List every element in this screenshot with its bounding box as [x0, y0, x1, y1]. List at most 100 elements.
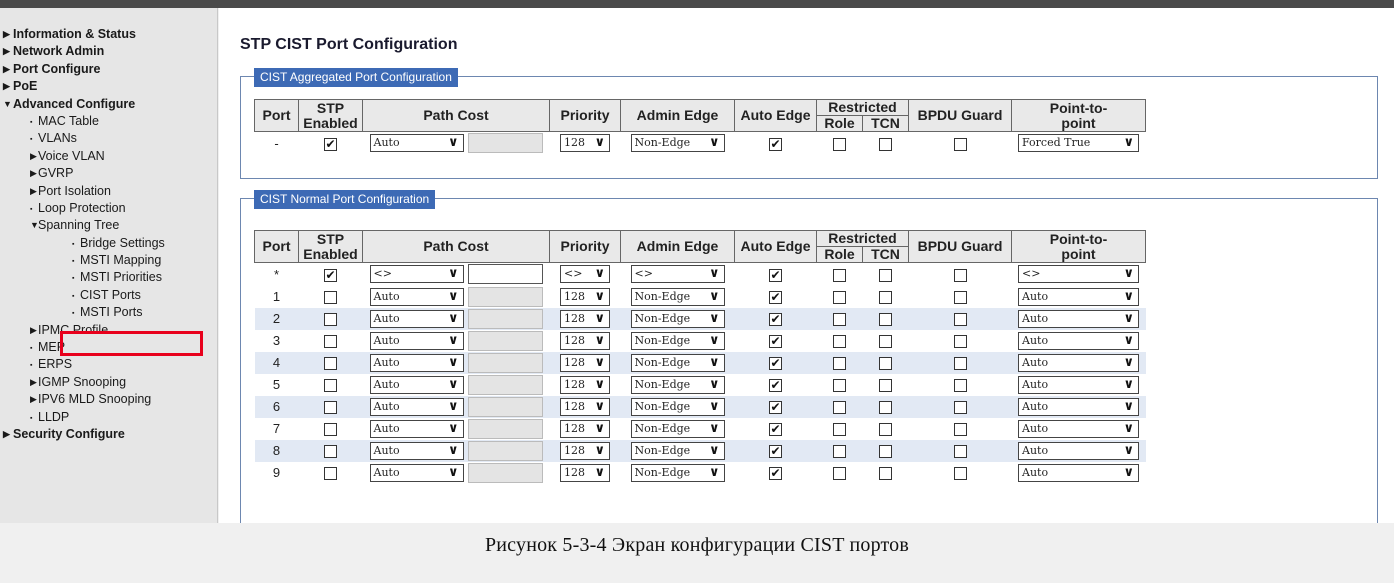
restricted-role-checkbox[interactable] — [833, 379, 846, 393]
auto-edge-checkbox[interactable]: ✔ — [769, 467, 782, 481]
restricted-role-checkbox[interactable] — [833, 335, 846, 349]
sidebar-item-port-configure[interactable]: ▶ Port Configure — [0, 61, 217, 78]
bpdu-guard-checkbox[interactable] — [953, 335, 967, 349]
point-to-point-select[interactable]: Auto ∨ — [1018, 353, 1139, 372]
sidebar-item-advanced-configure[interactable]: ▼Advanced Configure — [0, 96, 217, 113]
sidebar-item-bridge-settings[interactable]: ▪ Bridge Settings — [0, 235, 217, 252]
sidebar-item-spanning-tree[interactable]: ▼Spanning Tree — [0, 217, 217, 234]
path-cost-select[interactable]: Auto ∨ — [369, 134, 464, 153]
restricted-tcn-checkbox[interactable] — [879, 357, 892, 371]
admin-edge-select[interactable]: Non-Edge ∨ — [630, 331, 725, 350]
point-to-point-select[interactable]: Auto ∨ — [1018, 331, 1139, 350]
auto-edge-checkbox[interactable]: ✔ — [769, 357, 782, 371]
stp-enabled-checkbox[interactable] — [324, 401, 337, 415]
priority-select[interactable]: 128 ∨ — [560, 397, 610, 416]
point-to-point-select[interactable]: Forced True ∨ — [1018, 134, 1139, 153]
sidebar-item-poe[interactable]: ▶ PoE — [0, 78, 217, 95]
stp-enabled-checkbox[interactable] — [324, 379, 337, 393]
sidebar-item-lldp[interactable]: ▪ LLDP — [0, 409, 217, 426]
bpdu-guard-checkbox[interactable] — [953, 401, 967, 415]
restricted-tcn-checkbox[interactable] — [879, 291, 892, 305]
priority-select[interactable]: 128 ∨ — [560, 287, 610, 306]
stp-enabled-checkbox[interactable]: ✔ — [324, 137, 337, 151]
admin-edge-select[interactable]: Non-Edge ∨ — [630, 397, 725, 416]
auto-edge-checkbox[interactable]: ✔ — [769, 423, 782, 437]
sidebar-item-security-configure[interactable]: ▶ Security Configure — [0, 426, 217, 443]
path-cost-select[interactable]: Auto ∨ — [369, 309, 464, 328]
point-to-point-select[interactable]: Auto ∨ — [1018, 397, 1139, 416]
sidebar-item-port-isolation[interactable]: ▶Port Isolation — [0, 183, 217, 200]
priority-select[interactable]: 128 ∨ — [560, 331, 610, 350]
point-to-point-select[interactable]: Auto ∨ — [1018, 309, 1139, 328]
stp-enabled-checkbox[interactable] — [324, 423, 337, 437]
path-cost-select[interactable]: Auto ∨ — [369, 353, 464, 372]
sidebar-item-msti-mapping[interactable]: ▪ MSTI Mapping — [0, 252, 217, 269]
path-cost-select[interactable]: <> ∨ — [369, 265, 464, 284]
path-cost-select[interactable]: Auto ∨ — [369, 287, 464, 306]
point-to-point-select[interactable]: Auto ∨ — [1018, 375, 1139, 394]
path-cost-select[interactable]: Auto ∨ — [369, 331, 464, 350]
priority-select[interactable]: 128 ∨ — [560, 353, 610, 372]
auto-edge-checkbox[interactable]: ✔ — [769, 291, 782, 305]
path-cost-input[interactable] — [467, 133, 543, 154]
auto-edge-checkbox[interactable]: ✔ — [769, 313, 782, 327]
bpdu-guard-checkbox[interactable] — [953, 467, 967, 481]
point-to-point-select[interactable]: Auto ∨ — [1018, 463, 1139, 482]
admin-edge-select[interactable]: Non-Edge ∨ — [630, 463, 725, 482]
path-cost-select[interactable]: Auto ∨ — [369, 419, 464, 438]
stp-enabled-checkbox[interactable]: ✔ — [324, 268, 337, 282]
restricted-tcn-checkbox[interactable] — [879, 401, 892, 415]
sidebar-item-information-status[interactable]: ▶ Information & Status — [0, 26, 217, 43]
restricted-tcn-checkbox[interactable] — [879, 423, 892, 437]
priority-select[interactable]: 128 ∨ — [560, 375, 610, 394]
restricted-role-checkbox[interactable] — [833, 357, 846, 371]
bpdu-guard-checkbox[interactable] — [953, 137, 967, 151]
admin-edge-select[interactable]: Non-Edge ∨ — [630, 287, 725, 306]
restricted-tcn-checkbox[interactable] — [879, 379, 892, 393]
path-cost-input[interactable] — [467, 352, 543, 373]
restricted-role-checkbox[interactable] — [833, 268, 846, 282]
bpdu-guard-checkbox[interactable] — [953, 445, 967, 459]
admin-edge-select[interactable]: Non-Edge ∨ — [630, 353, 725, 372]
path-cost-select[interactable]: Auto ∨ — [369, 463, 464, 482]
sidebar-item-loop-protection[interactable]: ▪ Loop Protection — [0, 200, 217, 217]
auto-edge-checkbox[interactable]: ✔ — [769, 379, 782, 393]
sidebar-item-gvrp[interactable]: ▶GVRP — [0, 165, 217, 182]
stp-enabled-checkbox[interactable] — [324, 313, 337, 327]
path-cost-input[interactable] — [467, 264, 543, 285]
restricted-role-checkbox[interactable] — [833, 467, 846, 481]
admin-edge-select[interactable]: Non-Edge ∨ — [630, 309, 725, 328]
restricted-role-checkbox[interactable] — [833, 401, 846, 415]
restricted-tcn-checkbox[interactable] — [879, 445, 892, 459]
restricted-role-checkbox[interactable] — [833, 445, 846, 459]
sidebar-item-msti-priorities[interactable]: ▪ MSTI Priorities — [0, 269, 217, 286]
restricted-tcn-checkbox[interactable] — [879, 335, 892, 349]
point-to-point-select[interactable]: <> ∨ — [1018, 265, 1139, 284]
path-cost-select[interactable]: Auto ∨ — [369, 397, 464, 416]
priority-select[interactable]: 128 ∨ — [560, 441, 610, 460]
priority-select[interactable]: <> ∨ — [560, 265, 610, 284]
bpdu-guard-checkbox[interactable] — [953, 291, 967, 305]
sidebar-item-vlans[interactable]: ▪ VLANs — [0, 130, 217, 147]
auto-edge-checkbox[interactable]: ✔ — [769, 445, 782, 459]
path-cost-input[interactable] — [467, 462, 543, 483]
auto-edge-checkbox[interactable]: ✔ — [769, 335, 782, 349]
sidebar-item-erps[interactable]: ▪ ERPS — [0, 356, 217, 373]
bpdu-guard-checkbox[interactable] — [953, 357, 967, 371]
path-cost-input[interactable] — [467, 308, 543, 329]
path-cost-input[interactable] — [467, 330, 543, 351]
path-cost-input[interactable] — [467, 418, 543, 439]
bpdu-guard-checkbox[interactable] — [953, 379, 967, 393]
priority-select[interactable]: 128 ∨ — [560, 309, 610, 328]
auto-edge-checkbox[interactable]: ✔ — [769, 401, 782, 415]
path-cost-select[interactable]: Auto ∨ — [369, 375, 464, 394]
bpdu-guard-checkbox[interactable] — [953, 313, 967, 327]
restricted-tcn-checkbox[interactable] — [879, 467, 892, 481]
restricted-tcn-checkbox[interactable] — [879, 137, 892, 151]
stp-enabled-checkbox[interactable] — [324, 467, 337, 481]
bpdu-guard-checkbox[interactable] — [953, 423, 967, 437]
path-cost-input[interactable] — [467, 286, 543, 307]
stp-enabled-checkbox[interactable] — [324, 335, 337, 349]
priority-select[interactable]: 128 ∨ — [560, 134, 610, 153]
auto-edge-checkbox[interactable]: ✔ — [769, 137, 782, 151]
